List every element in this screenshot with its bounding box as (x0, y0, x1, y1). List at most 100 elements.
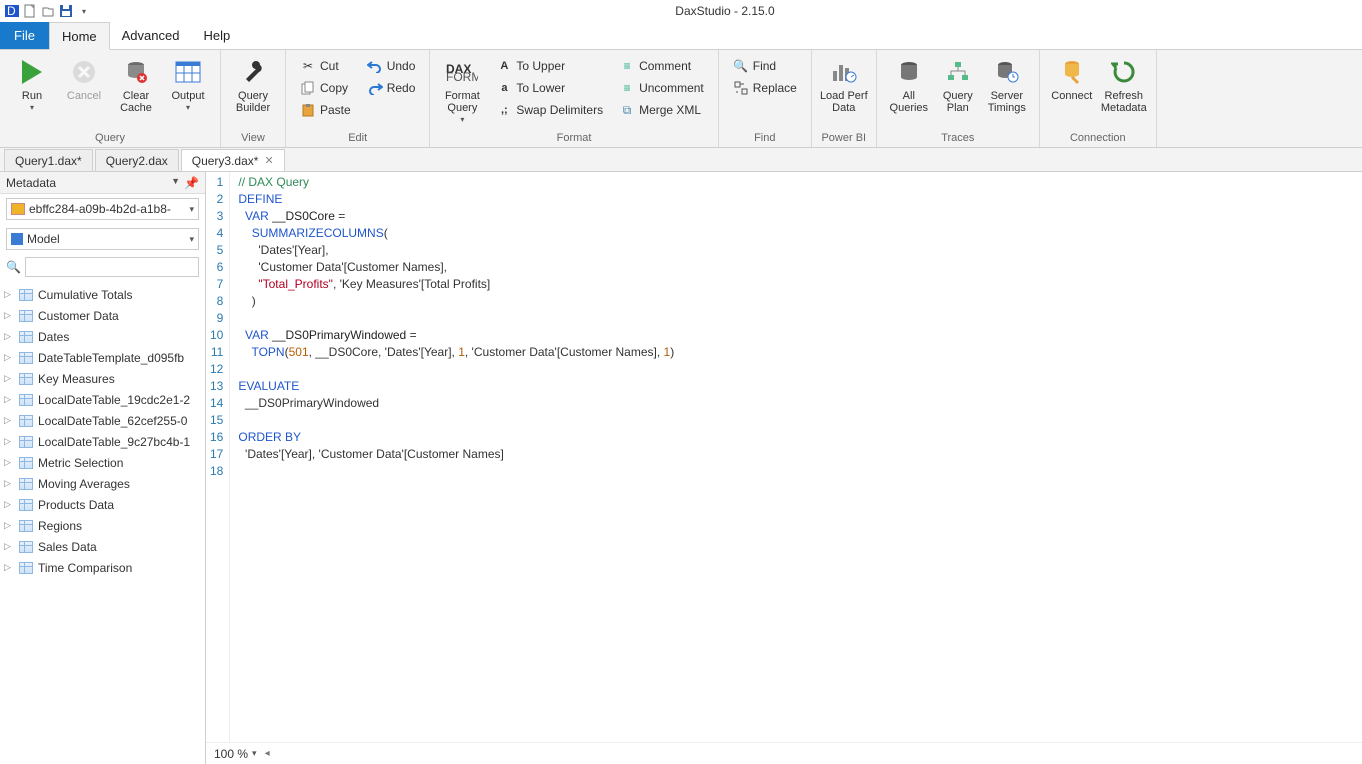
copy-button[interactable]: Copy (296, 78, 355, 98)
new-icon[interactable] (22, 3, 38, 19)
code-content[interactable]: // DAX QueryDEFINE VAR __DS0Core = SUMMA… (230, 172, 682, 742)
redo-button[interactable]: Redo (363, 78, 420, 98)
expand-icon[interactable]: ▷ (4, 478, 14, 489)
expand-icon[interactable]: ▷ (4, 436, 14, 447)
tree-item[interactable]: ▷Metric Selection (0, 452, 205, 473)
dax-icon: DAXFORMATTER (446, 56, 478, 88)
document-tab[interactable]: Query2.dax (95, 149, 179, 171)
tree-item[interactable]: ▷Cumulative Totals (0, 284, 205, 305)
model-selector[interactable]: Model ▾ (6, 228, 199, 250)
expand-icon[interactable]: ▷ (4, 331, 14, 342)
cancel-button[interactable]: Cancel (58, 54, 110, 104)
load-perf-data-button[interactable]: Load Perf Data (818, 54, 870, 116)
metadata-tree: ▷Cumulative Totals▷Customer Data▷Dates▷D… (0, 282, 205, 764)
expand-icon[interactable]: ▷ (4, 541, 14, 552)
undo-button[interactable]: Undo (363, 56, 420, 76)
query-plan-button[interactable]: Query Plan (935, 54, 981, 116)
expand-icon[interactable]: ▷ (4, 499, 14, 510)
save-icon[interactable] (58, 3, 74, 19)
zoom-dropdown-icon[interactable]: ▾ (252, 748, 257, 759)
expand-icon[interactable]: ▷ (4, 520, 14, 531)
file-tab[interactable]: File (0, 22, 49, 49)
expand-icon[interactable]: ▷ (4, 310, 14, 321)
work-area: Metadata ▼ 📌 ebffc284-a09b-4b2d-a1b8- ▾ … (0, 172, 1362, 764)
ribbon-group-traces: All Queries Query Plan Server Timings Tr… (877, 50, 1040, 147)
format-query-button[interactable]: DAXFORMATTER Format Query ▾ (436, 54, 488, 126)
advanced-tab[interactable]: Advanced (110, 22, 192, 49)
expand-icon[interactable]: ▷ (4, 289, 14, 300)
open-icon[interactable] (40, 3, 56, 19)
tree-item[interactable]: ▷Dates (0, 326, 205, 347)
metadata-search-input[interactable] (25, 257, 199, 277)
expand-icon[interactable]: ▷ (4, 562, 14, 573)
tree-item-label: DateTableTemplate_d095fb (38, 351, 184, 365)
tree-item[interactable]: ▷LocalDateTable_62cef255-0 (0, 410, 205, 431)
tree-item[interactable]: ▷Sales Data (0, 536, 205, 557)
server-timings-button[interactable]: Server Timings (981, 54, 1033, 116)
ribbon: Run ▾ Cancel Clear Cache Output ▾ Query (0, 50, 1362, 148)
to-lower-button[interactable]: aTo Lower (492, 78, 607, 98)
database-selector[interactable]: ebffc284-a09b-4b2d-a1b8- ▾ (6, 198, 199, 220)
copy-icon (300, 80, 316, 96)
code-editor: 123456789101112131415161718 // DAX Query… (206, 172, 1362, 764)
tree-item[interactable]: ▷Regions (0, 515, 205, 536)
find-button[interactable]: 🔍Find (729, 56, 801, 76)
replace-button[interactable]: Replace (729, 78, 801, 98)
expand-icon[interactable]: ▷ (4, 352, 14, 363)
tree-item[interactable]: ▷LocalDateTable_9c27bc4b-1 (0, 431, 205, 452)
tree-item-label: Key Measures (38, 372, 115, 386)
tree-item[interactable]: ▷Products Data (0, 494, 205, 515)
document-tab[interactable]: Query1.dax* (4, 149, 93, 171)
database-clear-icon (120, 56, 152, 88)
home-tab[interactable]: Home (49, 22, 110, 50)
code-area[interactable]: 123456789101112131415161718 // DAX Query… (206, 172, 1362, 742)
all-queries-button[interactable]: All Queries (883, 54, 935, 116)
tree-item[interactable]: ▷LocalDateTable_19cdc2e1-2 (0, 389, 205, 410)
merge-xml-button[interactable]: ⧉Merge XML (615, 100, 708, 120)
comment-button[interactable]: ≡Comment (615, 56, 708, 76)
ribbon-tabs: File Home Advanced Help (0, 22, 1362, 50)
qat-dropdown-icon[interactable]: ▾ (76, 3, 92, 19)
tree-item[interactable]: ▷ Key Measures (0, 368, 205, 389)
tab-label: Query1.dax* (15, 154, 82, 168)
help-tab[interactable]: Help (191, 22, 242, 49)
clipboard-icon (300, 102, 316, 118)
close-icon[interactable]: ✕ (264, 154, 273, 167)
window-title: DaxStudio - 2.15.0 (92, 4, 1358, 18)
svg-text:D: D (7, 4, 16, 18)
chevron-down-icon: ▾ (189, 234, 194, 245)
clear-cache-button[interactable]: Clear Cache (110, 54, 162, 116)
tree-item[interactable]: ▷ Time Comparison (0, 557, 205, 578)
document-tab[interactable]: Query3.dax*✕ (181, 149, 285, 171)
tree-icon (942, 56, 974, 88)
connect-button[interactable]: Connect (1046, 54, 1098, 104)
tree-item[interactable]: ▷ DateTableTemplate_d095fb (0, 347, 205, 368)
run-button[interactable]: Run ▾ (6, 54, 58, 114)
table-icon (18, 435, 34, 449)
query-builder-button[interactable]: Query Builder (227, 54, 279, 116)
expand-icon[interactable]: ▷ (4, 457, 14, 468)
output-button[interactable]: Output ▾ (162, 54, 214, 114)
uncomment-button[interactable]: ≡Uncomment (615, 78, 708, 98)
refresh-metadata-button[interactable]: Refresh Metadata (1098, 54, 1150, 116)
comment-icon: ≡ (619, 58, 635, 74)
to-upper-button[interactable]: ATo Upper (492, 56, 607, 76)
paste-button[interactable]: Paste (296, 100, 355, 120)
play-icon (16, 56, 48, 88)
tree-item-label: Time Comparison (38, 561, 132, 575)
expand-icon[interactable]: ▷ (4, 415, 14, 426)
scroll-left-icon[interactable]: ◂ (265, 748, 270, 759)
tree-item[interactable]: ▷Customer Data (0, 305, 205, 326)
uncomment-icon: ≡ (619, 80, 635, 96)
cut-button[interactable]: ✂Cut (296, 56, 355, 76)
swap-delimiters-button[interactable]: ,;Swap Delimiters (492, 100, 607, 120)
table-icon (18, 351, 34, 365)
pin-icon[interactable]: 📌 (184, 176, 199, 190)
search-icon: 🔍 (733, 58, 749, 74)
expand-icon[interactable]: ▷ (4, 373, 14, 384)
group-label: View (221, 130, 285, 147)
dropdown-icon[interactable]: ▼ (171, 176, 180, 190)
zoom-level[interactable]: 100 % (214, 747, 248, 761)
tree-item[interactable]: ▷Moving Averages (0, 473, 205, 494)
expand-icon[interactable]: ▷ (4, 394, 14, 405)
